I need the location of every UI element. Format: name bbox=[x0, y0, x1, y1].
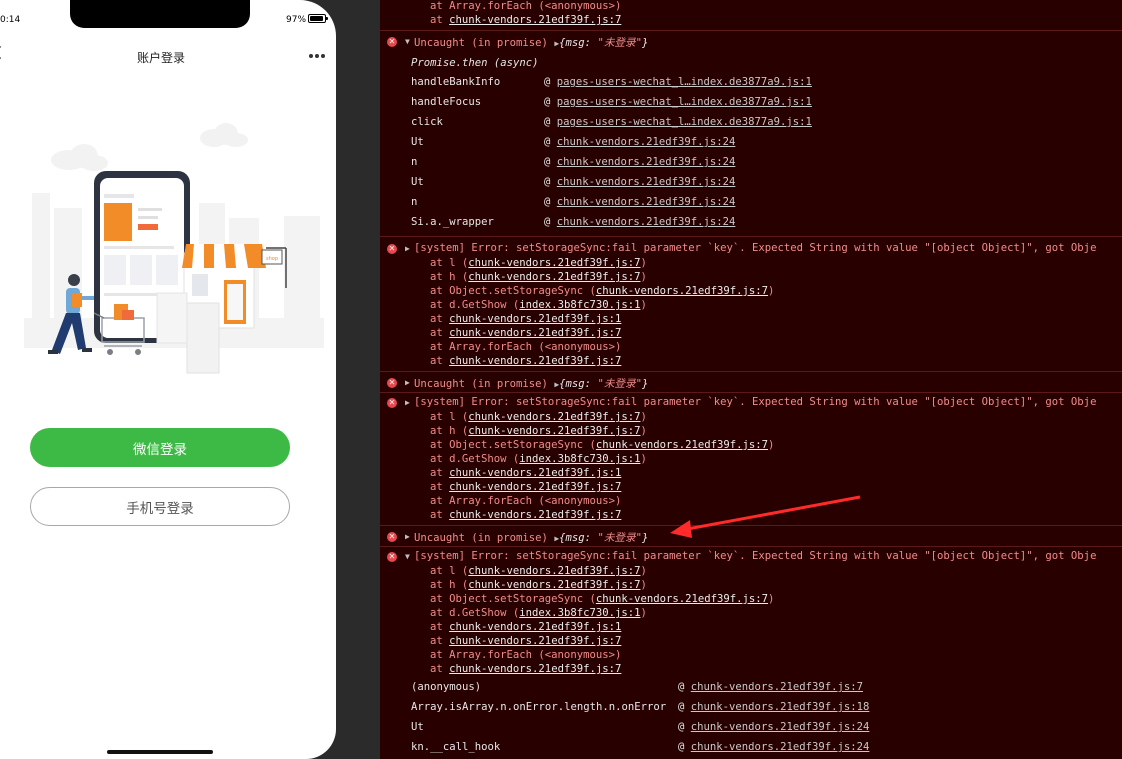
page-title: 账户登录 bbox=[136, 51, 185, 65]
phone-screen: 0:14 97% 账户登录 shop 微信登录 手机号登录 bbox=[0, 0, 336, 759]
red-annotation-arrow bbox=[670, 495, 861, 538]
phone-login-button[interactable]: 手机号登录 bbox=[30, 487, 290, 526]
wechat-login-button[interactable]: 微信登录 bbox=[30, 428, 290, 467]
home-indicator bbox=[107, 750, 213, 754]
battery-percent: 97% bbox=[286, 15, 307, 25]
devtools-console: at Array.forEach (<anonymous>) at chunk-… bbox=[380, 0, 1122, 759]
more-options-icon[interactable] bbox=[309, 54, 327, 58]
shopping-illustration: shop bbox=[24, 123, 324, 374]
battery-icon bbox=[308, 14, 328, 23]
phone-notch bbox=[70, 0, 250, 28]
shop-sign-text: shop bbox=[266, 256, 278, 262]
status-time: 0:14 bbox=[0, 15, 21, 25]
